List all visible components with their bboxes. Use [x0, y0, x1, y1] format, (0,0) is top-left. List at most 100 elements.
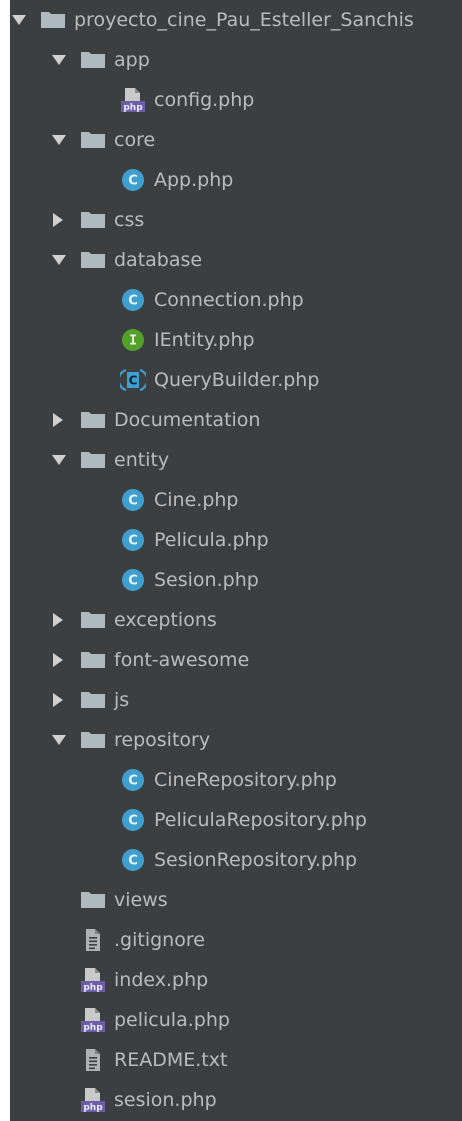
tree-item-label: index.php — [114, 969, 209, 991]
tree-item-label: IEntity.php — [154, 329, 255, 351]
svg-text:php: php — [83, 1023, 103, 1033]
tree-item-proyecto-cine-pau-esteller-sanchis[interactable]: proyecto_cine_Pau_Esteller_Sanchis — [10, 0, 462, 40]
tree-item-app[interactable]: app — [10, 40, 462, 80]
svg-text:php: php — [83, 1103, 103, 1113]
folder-icon — [80, 727, 106, 753]
chevron-right-icon[interactable] — [52, 600, 68, 640]
tree-item-font-awesome[interactable]: font-awesome — [10, 640, 462, 680]
tree-item-pelicularepository-php[interactable]: C PeliculaRepository.php — [10, 800, 462, 840]
chevron-right-icon[interactable] — [52, 200, 68, 240]
class-icon: C — [120, 807, 146, 833]
tree-item-sesion-php[interactable]: C Sesion.php — [10, 560, 462, 600]
class-icon: C — [120, 167, 146, 193]
tree-item-readme-txt[interactable]: README.txt — [10, 1040, 462, 1080]
folder-icon — [80, 607, 106, 633]
svg-text:C: C — [128, 534, 138, 549]
php-file-icon: php — [80, 1007, 106, 1033]
tree-item-entity[interactable]: entity — [10, 440, 462, 480]
folder-icon — [80, 247, 106, 273]
tree-item-label: sesion.php — [114, 1089, 217, 1111]
tree-item-label: css — [114, 209, 145, 231]
tree-item-sesionrepository-php[interactable]: C SesionRepository.php — [10, 840, 462, 880]
folder-icon — [80, 887, 106, 913]
chevron-down-icon[interactable] — [12, 0, 28, 40]
svg-text:C: C — [128, 294, 138, 309]
class-icon: C — [120, 287, 146, 313]
svg-text:I: I — [129, 334, 137, 349]
tree-item-cinerepository-php[interactable]: C CineRepository.php — [10, 760, 462, 800]
chevron-right-icon[interactable] — [52, 400, 68, 440]
class-icon: C — [120, 527, 146, 553]
tree-item-label: font-awesome — [114, 649, 250, 671]
svg-text:C: C — [129, 374, 138, 388]
class-icon: C — [120, 847, 146, 873]
tree-item-connection-php[interactable]: C Connection.php — [10, 280, 462, 320]
folder-icon — [80, 647, 106, 673]
tree-item-database[interactable]: database — [10, 240, 462, 280]
tree-item-label: app — [114, 49, 150, 71]
tree-item-repository[interactable]: repository — [10, 720, 462, 760]
tree-item-views[interactable]: views — [10, 880, 462, 920]
chevron-down-icon[interactable] — [52, 40, 68, 80]
svg-text:C: C — [128, 854, 138, 869]
tree-item-label: Pelicula.php — [154, 529, 269, 551]
folder-icon — [80, 127, 106, 153]
chevron-down-icon[interactable] — [52, 440, 68, 480]
chevron-right-icon[interactable] — [52, 680, 68, 720]
class-icon: C — [120, 767, 146, 793]
tree-item-label: Connection.php — [154, 289, 304, 311]
folder-icon — [80, 47, 106, 73]
tree-item-pelicula-php[interactable]: C Pelicula.php — [10, 520, 462, 560]
chevron-down-icon[interactable] — [52, 720, 68, 760]
tree-item-label: pelicula.php — [114, 1009, 230, 1031]
tree-item-css[interactable]: css — [10, 200, 462, 240]
folder-icon — [40, 7, 66, 33]
svg-text:C: C — [128, 494, 138, 509]
chevron-down-icon[interactable] — [52, 240, 68, 280]
chevron-down-icon[interactable] — [52, 120, 68, 160]
php-file-icon: php — [120, 87, 146, 113]
svg-text:C: C — [128, 774, 138, 789]
tree-item-exceptions[interactable]: exceptions — [10, 600, 462, 640]
tree-item-gitignore[interactable]: .gitignore — [10, 920, 462, 960]
tree-item-label: core — [114, 129, 156, 151]
tree-item-label: .gitignore — [114, 929, 205, 951]
tree-item-label: QueryBuilder.php — [154, 369, 320, 391]
svg-text:php: php — [83, 983, 103, 993]
svg-text:C: C — [128, 174, 138, 189]
tree-item-label: proyecto_cine_Pau_Esteller_Sanchis — [74, 9, 414, 31]
tree-item-sesion-php[interactable]: php sesion.php — [10, 1080, 462, 1120]
tree-item-label: exceptions — [114, 609, 217, 631]
tree-item-documentation[interactable]: Documentation — [10, 400, 462, 440]
tree-item-label: PeliculaRepository.php — [154, 809, 367, 831]
folder-icon — [80, 687, 106, 713]
tree-item-label: App.php — [154, 169, 234, 191]
class-icon: C — [120, 487, 146, 513]
tree-item-config-php[interactable]: php config.php — [10, 80, 462, 120]
php-file-icon: php — [80, 967, 106, 993]
interface-icon: I — [120, 327, 146, 353]
tree-item-index-php[interactable]: php index.php — [10, 960, 462, 1000]
svg-text:C: C — [128, 574, 138, 589]
tree-item-cine-php[interactable]: C Cine.php — [10, 480, 462, 520]
tree-item-label: Cine.php — [154, 489, 239, 511]
tree-item-label: CineRepository.php — [154, 769, 337, 791]
tree-item-pelicula-php[interactable]: php pelicula.php — [10, 1000, 462, 1040]
text-file-icon — [80, 927, 106, 953]
tree-item-label: config.php — [154, 89, 255, 111]
tree-item-js[interactable]: js — [10, 680, 462, 720]
svg-text:C: C — [128, 814, 138, 829]
tree-item-core[interactable]: core — [10, 120, 462, 160]
text-file-icon — [80, 1047, 106, 1073]
svg-text:php: php — [123, 103, 143, 113]
project-tree-panel: proyecto_cine_Pau_Esteller_Sanchisapp php… — [10, 0, 462, 1121]
tree-item-label: Documentation — [114, 409, 261, 431]
chevron-right-icon[interactable] — [52, 640, 68, 680]
php-file-icon: php — [80, 1087, 106, 1113]
tree-item-label: README.txt — [114, 1049, 228, 1071]
tree-item-label: js — [114, 689, 130, 711]
tree-item-querybuilder-php[interactable]: C QueryBuilder.php — [10, 360, 462, 400]
tree-item-label: entity — [114, 449, 170, 471]
tree-item-ientity-php[interactable]: I IEntity.php — [10, 320, 462, 360]
tree-item-app-php[interactable]: C App.php — [10, 160, 462, 200]
